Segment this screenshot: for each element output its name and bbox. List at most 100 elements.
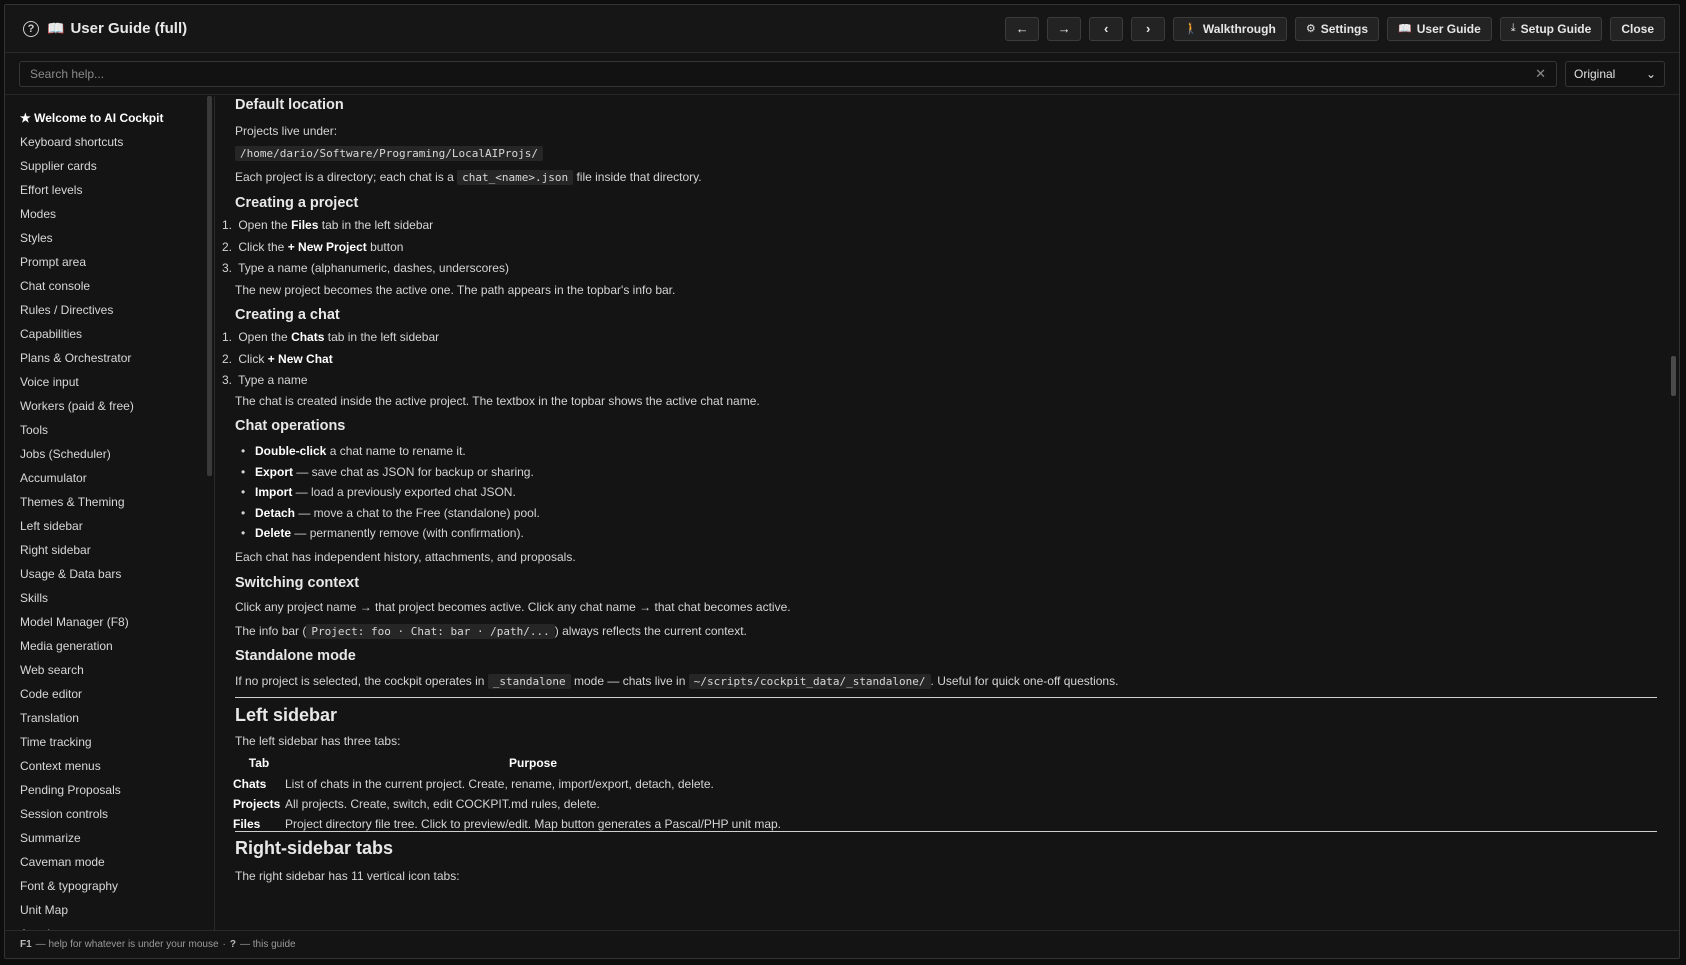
- guide-body: ★ Welcome to AI Cockpit Keyboard shortcut…: [5, 96, 1679, 930]
- sidebar-item[interactable]: Attachments: [20, 922, 214, 930]
- setup-guide-button[interactable]: ⤓ Setup Guide: [1499, 16, 1603, 41]
- sidebar-item[interactable]: Translation: [20, 706, 214, 730]
- sidebar-item[interactable]: Time tracking: [20, 730, 214, 754]
- walkthrough-button[interactable]: 🚶 Walkthrough: [1173, 16, 1287, 41]
- clear-icon[interactable]: ✕: [1535, 66, 1546, 82]
- book-icon: 📖: [47, 20, 65, 36]
- list-item: Import — load a previously exported chat…: [235, 485, 540, 506]
- sidebar-item[interactable]: Left sidebar: [20, 514, 214, 538]
- list-item: Double-click a chat name to rename it.: [235, 444, 540, 465]
- question-key: ?: [229, 939, 236, 950]
- gear-icon: ⚙: [1305, 23, 1316, 35]
- table-header: Purpose: [508, 756, 557, 770]
- search-row: ✕ Original ⌄: [5, 53, 1679, 95]
- close-button[interactable]: Close: [1610, 16, 1665, 41]
- prev-button[interactable]: ‹: [1089, 16, 1124, 41]
- sidebar-item[interactable]: Rules / Directives: [20, 298, 214, 322]
- section-divider: [235, 831, 1657, 832]
- sidebar-item[interactable]: Prompt area: [20, 250, 214, 274]
- sidebar-item[interactable]: Accumulator: [20, 466, 214, 490]
- section-heading: Default location: [235, 97, 344, 113]
- paragraph: If no project is selected, the cockpit o…: [235, 674, 1119, 689]
- sidebar-item[interactable]: Model Manager (F8): [20, 610, 214, 634]
- table-row: Projects All projects. Create, switch, ed…: [233, 797, 600, 811]
- status-bar: F1 — help for whatever is under your mou…: [5, 930, 1679, 958]
- sidebar-item[interactable]: Caveman mode: [20, 850, 214, 874]
- sidebar-item[interactable]: Code editor: [20, 682, 214, 706]
- content-scrollbar[interactable]: [1671, 356, 1676, 396]
- sidebar-item[interactable]: Font & typography: [20, 874, 214, 898]
- list-item: 2. Click the + New Project button: [222, 240, 404, 254]
- paragraph: The new project becomes the active one. …: [235, 283, 676, 297]
- table-header: Tab: [248, 756, 270, 770]
- sidebar-item[interactable]: Media generation: [20, 634, 214, 658]
- sidebar-item[interactable]: Themes & Theming: [20, 490, 214, 514]
- sidebar-item[interactable]: Session controls: [20, 802, 214, 826]
- help-icon: ?: [23, 20, 39, 37]
- sidebar-item[interactable]: Styles: [20, 226, 214, 250]
- table-row: Chats List of chats in the current projec…: [233, 777, 714, 791]
- sidebar-item[interactable]: Web search: [20, 658, 214, 682]
- toolbar: ← → ‹ › 🚶 Walkthrough ⚙ Settings 📖 User Gui…: [1005, 16, 1665, 41]
- sidebar-item[interactable]: Plans & Orchestrator: [20, 346, 214, 370]
- list-item: Detach — move a chat to the Free (standa…: [235, 506, 540, 527]
- sidebar-item[interactable]: Modes: [20, 202, 214, 226]
- list-item: 3. Type a name: [222, 373, 308, 387]
- list-item: 3. Type a name (alphanumeric, dashes, un…: [222, 261, 509, 275]
- titlebar: ? 📖 User Guide (full) ← → ‹ › 🚶 Walkthrou…: [5, 5, 1679, 53]
- sidebar-item[interactable]: Workers (paid & free): [20, 394, 214, 418]
- sidebar-item[interactable]: Jobs (Scheduler): [20, 442, 214, 466]
- user-guide-button[interactable]: 📖 User Guide: [1387, 16, 1492, 41]
- sidebar-item[interactable]: Effort levels: [20, 178, 214, 202]
- settings-button[interactable]: ⚙ Settings: [1294, 16, 1380, 41]
- sidebar-item[interactable]: Keyboard shortcuts: [20, 130, 214, 154]
- section-divider: [235, 697, 1657, 698]
- paragraph: The right sidebar has 11 vertical icon t…: [235, 869, 460, 883]
- section-heading: Chat operations: [235, 418, 346, 434]
- sidebar-item[interactable]: Skills: [20, 586, 214, 610]
- sidebar-item[interactable]: Voice input: [20, 370, 214, 394]
- tabs-table: Tab Purpose Chats List of chats in the cu…: [233, 752, 781, 834]
- paragraph: The left sidebar has three tabs:: [235, 734, 401, 748]
- steps-list: 1. Open the Files tab in the left sideba…: [222, 218, 509, 283]
- paragraph: Each project is a directory; each chat i…: [235, 170, 702, 185]
- guide-content: Default location Projects live under: /h…: [215, 96, 1679, 930]
- sidebar-scrollbar[interactable]: [207, 96, 212, 476]
- sidebar-item[interactable]: Summarize: [20, 826, 214, 850]
- paragraph: Click any project name → that project be…: [235, 600, 791, 614]
- chevron-left-icon: ‹: [1104, 21, 1109, 36]
- list-item: Export — save chat as JSON for backup or…: [235, 465, 540, 486]
- sidebar-item[interactable]: Tools: [20, 418, 214, 442]
- search-box: ✕: [19, 60, 1557, 87]
- chevron-right-icon: ›: [1146, 21, 1151, 36]
- back-button[interactable]: ←: [1005, 16, 1040, 41]
- path-code: /home/dario/Software/Programing/LocalAIP…: [235, 146, 544, 161]
- next-button[interactable]: ›: [1131, 16, 1166, 41]
- chevron-down-icon: ⌄: [1645, 66, 1656, 81]
- sidebar-item[interactable]: Chat console: [20, 274, 214, 298]
- sidebar-item[interactable]: Pending Proposals: [20, 778, 214, 802]
- sidebar-item[interactable]: Context menus: [20, 754, 214, 778]
- sidebar-item[interactable]: Supplier cards: [20, 154, 214, 178]
- list-item: 1. Open the Files tab in the left sideba…: [222, 218, 434, 232]
- paragraph: The chat is created inside the active pr…: [235, 394, 760, 408]
- language-select[interactable]: Original ⌄: [1565, 60, 1665, 87]
- list-item: 1. Open the Chats tab in the left sideba…: [222, 330, 440, 344]
- sidebar-item[interactable]: Right sidebar: [20, 538, 214, 562]
- list-item: 2. Click + New Chat: [222, 352, 333, 366]
- forward-button[interactable]: →: [1047, 16, 1082, 41]
- sidebar-item[interactable]: ★ Welcome to AI Cockpit: [20, 106, 214, 130]
- list-item: Delete — permanently remove (with confir…: [235, 526, 540, 547]
- sidebar-item[interactable]: Capabilities: [20, 322, 214, 346]
- book-icon: 📖: [1398, 23, 1412, 35]
- window-title: User Guide (full): [70, 20, 188, 37]
- user-guide-window: ? 📖 User Guide (full) ← → ‹ › 🚶 Walkthrou…: [4, 4, 1680, 959]
- section-heading: Right-sidebar tabs: [235, 838, 394, 858]
- sidebar-item[interactable]: Unit Map: [20, 898, 214, 922]
- section-heading: Switching context: [235, 575, 360, 591]
- walk-icon: 🚶: [1184, 23, 1198, 35]
- search-input[interactable]: [30, 66, 1536, 81]
- paragraph: Each chat has independent history, attac…: [235, 550, 576, 564]
- download-icon: ⤓: [1510, 22, 1516, 34]
- sidebar-item[interactable]: Usage & Data bars: [20, 562, 214, 586]
